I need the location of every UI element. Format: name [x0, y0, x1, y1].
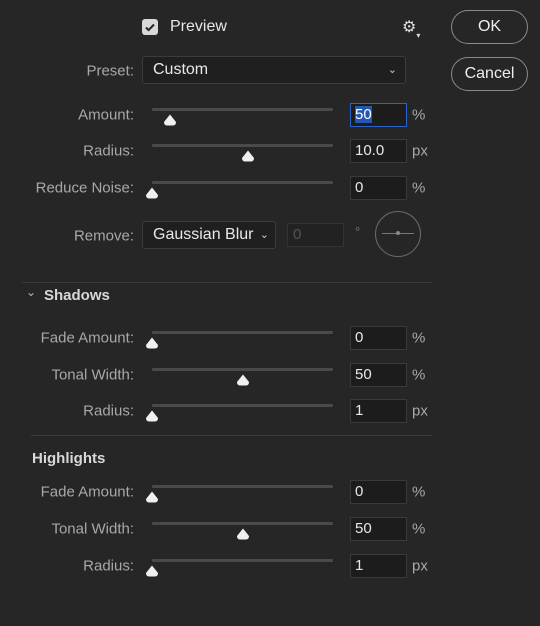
- unit-label: %: [412, 366, 426, 384]
- divider: [22, 282, 432, 283]
- shadows-radius-label: Radius:: [83, 402, 134, 420]
- highlights-radius-slider-track[interactable]: [152, 559, 333, 562]
- remove-value: Gaussian Blur: [153, 226, 254, 243]
- sharpen-radius-label: Radius:: [83, 142, 134, 160]
- shadows-tonal-width-input[interactable]: 50: [350, 363, 407, 387]
- slider-thumb[interactable]: [236, 528, 250, 540]
- preset-value: Custom: [153, 61, 209, 78]
- highlights-radius-label: Radius:: [83, 557, 134, 575]
- preset-label: Preset:: [86, 62, 134, 80]
- slider-thumb[interactable]: [145, 565, 159, 577]
- preview-label[interactable]: Preview: [170, 18, 227, 36]
- checkmark-icon: [145, 23, 155, 32]
- shadows-radius-input[interactable]: 1: [350, 399, 407, 423]
- ok-button[interactable]: OK: [451, 10, 528, 44]
- shadows-fade-amount-slider-track[interactable]: [152, 331, 333, 334]
- field-value: 0: [355, 329, 364, 346]
- unit-label: %: [412, 179, 426, 197]
- sharpen-radius-slider-track[interactable]: [152, 144, 333, 147]
- sharpen-radius-input[interactable]: 10.0: [350, 139, 407, 163]
- highlights-heading: Highlights: [32, 450, 106, 467]
- highlights-tonal-width-label: Tonal Width:: [51, 520, 134, 538]
- unit-label: %: [412, 483, 426, 501]
- chevron-down-icon: ⌄: [387, 64, 397, 76]
- chevron-down-icon[interactable]: ⌄: [26, 285, 36, 299]
- sharpen-reduce-noise-label: Reduce Noise:: [35, 179, 134, 197]
- unit-label: %: [412, 520, 426, 538]
- field-value: 0: [355, 483, 364, 500]
- angle-dial[interactable]: [375, 211, 421, 257]
- sharpen-amount-label: Amount:: [78, 106, 134, 124]
- divider: [31, 435, 432, 436]
- sharpen-reduce-noise-slider-track[interactable]: [152, 181, 333, 184]
- unit-label: %: [412, 106, 426, 124]
- field-value: 50: [355, 520, 372, 537]
- highlights-fade-amount-input[interactable]: 0: [350, 480, 407, 504]
- angle-field: 0: [287, 223, 344, 247]
- slider-thumb[interactable]: [145, 187, 159, 199]
- shadows-fade-amount-label: Fade Amount:: [40, 329, 134, 347]
- shadows-radius-slider-track[interactable]: [152, 404, 333, 407]
- field-value: 1: [355, 402, 364, 419]
- slider-thumb[interactable]: [145, 410, 159, 422]
- field-value: 50: [355, 366, 372, 383]
- preset-select[interactable]: Custom ⌄: [142, 56, 406, 84]
- shadows-tonal-width-slider-track[interactable]: [152, 368, 333, 371]
- cancel-button[interactable]: Cancel: [451, 57, 528, 91]
- slider-thumb[interactable]: [163, 114, 177, 126]
- preview-checkbox[interactable]: [142, 19, 158, 35]
- slider-thumb[interactable]: [145, 491, 159, 503]
- slider-thumb[interactable]: [145, 337, 159, 349]
- chevron-down-icon: ⌄: [259, 229, 269, 241]
- remove-select[interactable]: Gaussian Blur ⌄: [142, 221, 276, 249]
- highlights-radius-input[interactable]: 1: [350, 554, 407, 578]
- field-value: 10.0: [355, 142, 385, 159]
- highlights-fade-amount-label: Fade Amount:: [40, 483, 134, 501]
- slider-thumb[interactable]: [241, 150, 255, 162]
- sharpen-amount-input[interactable]: 50: [350, 103, 407, 127]
- field-value: 0: [355, 179, 364, 196]
- slider-thumb[interactable]: [236, 374, 250, 386]
- gear-icon[interactable]: ⚙▾: [402, 17, 420, 40]
- unit-label: px: [412, 142, 428, 160]
- angle-unit: °: [355, 224, 361, 239]
- shadows-tonal-width-label: Tonal Width:: [51, 366, 134, 384]
- highlights-tonal-width-input[interactable]: 50: [350, 517, 407, 541]
- unit-label: %: [412, 329, 426, 347]
- shadows-heading[interactable]: Shadows: [44, 287, 110, 304]
- highlights-tonal-width-slider-track[interactable]: [152, 522, 333, 525]
- shadows-fade-amount-input[interactable]: 0: [350, 326, 407, 350]
- field-value: 50: [355, 106, 372, 123]
- unit-label: px: [412, 557, 428, 575]
- angle-value: 0: [293, 226, 302, 243]
- unit-label: px: [412, 402, 428, 420]
- remove-label: Remove:: [73, 227, 134, 245]
- sharpen-amount-slider-track[interactable]: [152, 108, 333, 111]
- field-value: 1: [355, 557, 364, 574]
- highlights-fade-amount-slider-track[interactable]: [152, 485, 333, 488]
- sharpen-reduce-noise-input[interactable]: 0: [350, 176, 407, 200]
